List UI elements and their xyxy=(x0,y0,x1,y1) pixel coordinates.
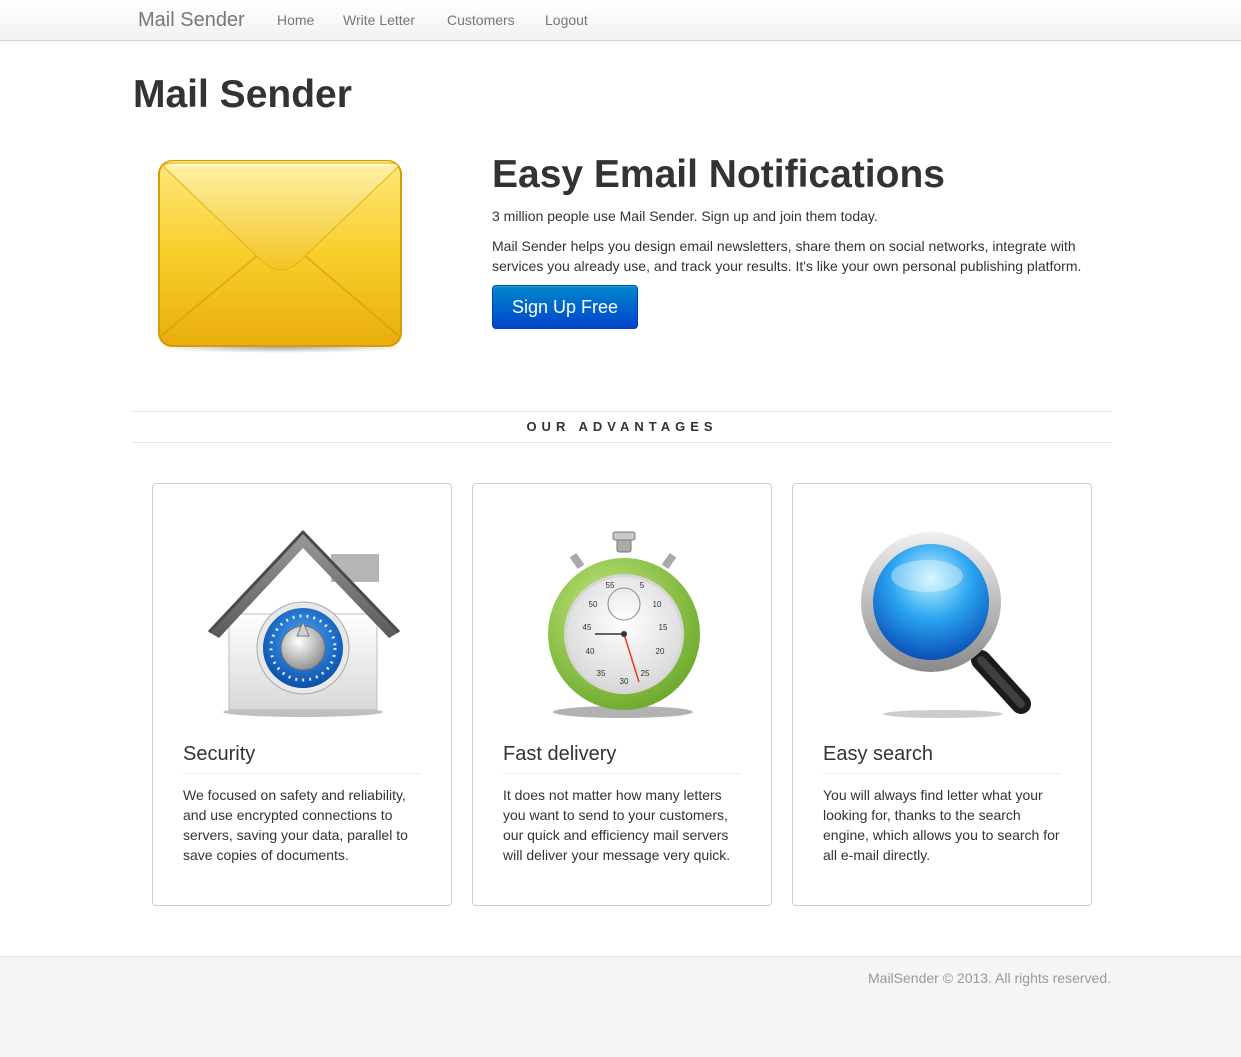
stopwatch-number: 20 xyxy=(656,647,665,656)
nav-logout[interactable]: Logout xyxy=(545,12,588,28)
card-divider xyxy=(183,773,421,774)
card-text: It does not matter how many letters you … xyxy=(503,787,731,863)
stopwatch-number: 45 xyxy=(583,623,592,632)
nav-write-letter[interactable]: Write Letter xyxy=(343,12,415,28)
stopwatch-number: 5 xyxy=(640,581,645,590)
stopwatch-number: 50 xyxy=(589,600,598,609)
hero-description: Mail Sender helps you design email newsl… xyxy=(492,238,1082,274)
divider-top xyxy=(132,411,1112,412)
envelope-icon xyxy=(150,155,412,355)
nav-home[interactable]: Home xyxy=(277,12,314,28)
card-text: You will always find letter what your lo… xyxy=(823,787,1060,863)
divider-bottom xyxy=(132,442,1112,443)
advantage-card-easy-search: Easy search You will always find letter … xyxy=(792,483,1092,906)
advantage-card-fast-delivery: 55 5 50 10 45 15 40 20 35 30 25 Fast delivery It d… xyxy=(472,483,772,906)
card-title: Fast delivery xyxy=(503,743,617,765)
card-text: We focused on safety and reliability, an… xyxy=(183,787,408,863)
footer-copyright: MailSender © 2013. All rights reserved. xyxy=(868,970,1111,986)
advantages-title: OUR ADVANTAGES xyxy=(526,419,718,434)
stopwatch-number: 25 xyxy=(641,669,650,678)
sign-up-free-button[interactable]: Sign Up Free xyxy=(492,285,638,329)
hero-heading: Easy Email Notifications xyxy=(492,153,945,196)
stopwatch-number: 35 xyxy=(597,669,606,678)
card-divider xyxy=(503,773,741,774)
footer: MailSender © 2013. All rights reserved. xyxy=(0,956,1241,1057)
stopwatch-number: 10 xyxy=(653,600,662,609)
house-lock-icon xyxy=(203,524,403,724)
stopwatch-number: 15 xyxy=(659,623,668,632)
magnifier-icon xyxy=(843,524,1043,724)
card-title: Easy search xyxy=(823,743,934,765)
card-title: Security xyxy=(183,743,256,765)
nav-customers[interactable]: Customers xyxy=(447,12,515,28)
stopwatch-icon: 55 5 50 10 45 15 40 20 35 30 25 xyxy=(523,524,723,724)
hero-lead: 3 million people use Mail Sender. Sign u… xyxy=(492,208,878,224)
top-navbar: Mail Sender Home Write Letter Customers … xyxy=(0,0,1241,41)
stopwatch-number: 30 xyxy=(620,677,629,686)
card-divider xyxy=(823,773,1061,774)
stopwatch-number: 55 xyxy=(606,581,615,590)
page-title: Mail Sender xyxy=(133,73,352,116)
brand-link[interactable]: Mail Sender xyxy=(138,9,245,31)
stopwatch-number: 40 xyxy=(586,647,595,656)
advantage-card-security: Security We focused on safety and reliab… xyxy=(152,483,452,906)
